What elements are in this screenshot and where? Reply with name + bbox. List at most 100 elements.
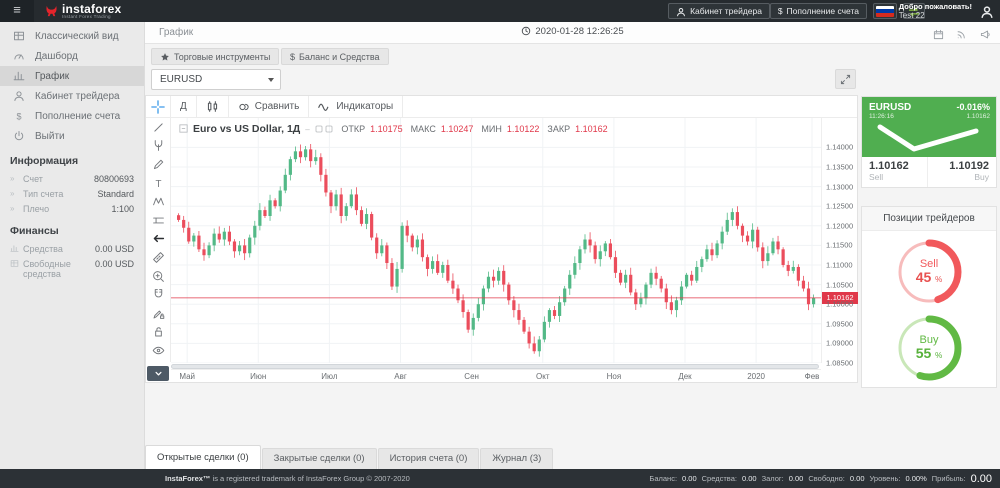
buy-quote-button[interactable]: 1.10192 Buy: [928, 157, 996, 187]
text-tool-icon[interactable]: T: [146, 174, 170, 193]
time-axis[interactable]: МайИюнИюлАвгСенОктНояДек2020Фев: [171, 369, 821, 383]
symbol-row: EURUSD: [145, 68, 1000, 94]
megaphone-icon[interactable]: [980, 26, 991, 44]
language-flag-button[interactable]: [873, 3, 897, 19]
tab-закрытые-сделки-0-[interactable]: Закрытые сделки (0): [262, 448, 377, 469]
stat-label: Баланс:: [649, 474, 677, 483]
calendar-icon[interactable]: [933, 26, 944, 44]
trend-line-tool-icon[interactable]: [146, 118, 170, 137]
time-tick-label: Окт: [536, 372, 549, 381]
tab-история-счета-0-[interactable]: История счета (0): [378, 448, 480, 469]
collapse-legend-icon[interactable]: [179, 124, 188, 135]
row-label: Свободные средства: [23, 259, 95, 279]
fullscreen-expand-button[interactable]: [835, 69, 856, 89]
buy-label: Buy: [928, 172, 996, 182]
price-tick-label: 1.12500: [826, 202, 853, 211]
server-datetime: 2020-01-28 12:26:25: [145, 26, 1000, 37]
hamburger-menu-icon[interactable]: ≡: [0, 0, 34, 22]
row-value: 0.00 USD: [95, 259, 134, 269]
row-label: Счет: [23, 174, 94, 184]
deposit-button[interactable]: $Пополнение счета: [770, 3, 867, 19]
brush-tool-icon[interactable]: [146, 155, 170, 174]
fork-tool-icon[interactable]: [146, 137, 170, 156]
time-tick-label: Май: [179, 372, 195, 381]
magnet-tool-icon[interactable]: [146, 285, 170, 304]
sidebar-item-dollar[interactable]: $Пополнение счета: [0, 106, 144, 126]
welcome-block: Добро пожаловать! Test 22: [899, 2, 972, 20]
low-value: 1.10122: [507, 124, 540, 134]
chart-plot-area[interactable]: [171, 118, 821, 363]
sidebar-item-label: Дашборд: [35, 51, 78, 62]
stat-label: Уровень:: [870, 474, 901, 483]
tab-журнал-3-[interactable]: Журнал (3): [480, 448, 553, 469]
legend-settings-icon[interactable]: [315, 124, 334, 135]
stat-value: 0.00: [971, 473, 992, 485]
user-avatar-icon[interactable]: [980, 3, 994, 21]
lock-tool-icon[interactable]: [146, 323, 170, 342]
trader-positions-card: Позиции трейдеров Sell45 %Buy55 %: [862, 207, 996, 387]
draw-lock-tool-icon[interactable]: [146, 304, 170, 323]
row-value: 0.00 USD: [95, 244, 134, 254]
quote-price: 1.10162: [967, 113, 991, 120]
price-tick-label: 1.13500: [826, 163, 853, 172]
sidebar-item-power[interactable]: Выйти: [0, 126, 144, 146]
power-icon: [12, 130, 26, 142]
crosshair-tool-button[interactable]: [146, 96, 171, 117]
info-rows: »Счет80800693»Тип счетаStandard»Плечо1:1…: [10, 171, 134, 216]
time-tick-label: Июн: [250, 372, 266, 381]
instaforex-logo[interactable]: instaforex Instant Forex Trading: [44, 2, 121, 20]
trading-instruments-button[interactable]: Торговые инструменты: [151, 48, 279, 65]
eye-tool-icon[interactable]: [146, 341, 170, 360]
quote-sparkline: [870, 123, 988, 155]
page-bar: График 2020-01-28 12:26:25: [145, 22, 1000, 44]
time-tick-label: 2020: [747, 372, 765, 381]
stat-label: Залог:: [762, 474, 784, 483]
candlestick-chart[interactable]: [171, 118, 821, 363]
logo-bull-icon: [44, 2, 59, 20]
sidebar-item-gauge[interactable]: Дашборд: [0, 46, 144, 66]
gauge-percent: 45 %: [916, 271, 943, 286]
price-tick-label: 1.13000: [826, 182, 853, 191]
pattern-tool-icon[interactable]: [146, 192, 170, 211]
footer-copyright: InstaForex™ is a registered trademark of…: [165, 474, 410, 483]
quote-change: -0.016%: [956, 102, 990, 112]
sidebar-item-grid[interactable]: Классический вид: [0, 26, 144, 46]
candle-style-button[interactable]: [197, 96, 229, 117]
double-chevron-icon: »: [10, 189, 23, 198]
symbol-select[interactable]: EURUSD: [151, 69, 281, 90]
zoom-in-tool-icon[interactable]: [146, 267, 170, 286]
balance-funds-button[interactable]: $Баланс и Средства: [281, 48, 389, 65]
logo-text: instaforex: [62, 4, 121, 14]
ruler-tool-icon[interactable]: [146, 248, 170, 267]
price-tick-label: 1.09500: [826, 319, 853, 328]
high-value: 1.10247: [441, 124, 474, 134]
chart-legend: Euro vs US Dollar, 1Д – ОТКР 1.10175 МАК…: [179, 123, 608, 135]
arrow-left-tool-icon[interactable]: [146, 230, 170, 249]
sell-price: 1.10162: [862, 157, 927, 172]
sidebar-item-label: Выйти: [35, 131, 65, 142]
sidebar-item-bars[interactable]: График: [0, 66, 144, 86]
positions-title: Позиции трейдеров: [862, 207, 996, 231]
trader-cabinet-button[interactable]: Кабинет трейдера: [668, 3, 770, 19]
russian-flag-icon: [876, 6, 894, 17]
price-axis[interactable]: 1.10162 1.140001.135001.130001.125001.12…: [821, 118, 857, 363]
quote-card[interactable]: EURUSD 11:26:16 -0.016% 1.10162 1.10162 …: [862, 97, 996, 187]
compare-icon: [238, 101, 250, 113]
sidebar-data-row: Свободные средства0.00 USD: [10, 256, 134, 281]
row-value: 80800693: [94, 174, 134, 184]
sidebar-item-label: Пополнение счета: [35, 111, 120, 122]
open-value: 1.10175: [370, 124, 403, 134]
close-value: 1.10162: [575, 124, 608, 134]
time-tick-label: Авг: [394, 372, 407, 381]
sell-quote-button[interactable]: 1.10162 Sell: [862, 157, 928, 187]
chart-card: Д Сравнить Индикаторы T Euro vs US Dolla…: [145, 95, 858, 383]
compare-button[interactable]: Сравнить: [229, 96, 310, 117]
tab-открытые-сделки-0-[interactable]: Открытые сделки (0): [145, 445, 261, 469]
interval-button[interactable]: Д: [171, 96, 197, 117]
position-tool-icon[interactable]: [146, 211, 170, 230]
legend-title: Euro vs US Dollar, 1Д: [193, 123, 300, 135]
rss-icon[interactable]: [956, 26, 967, 44]
indicators-button[interactable]: Индикаторы: [309, 96, 403, 117]
stat-value: 0.00%: [905, 474, 926, 483]
sidebar-item-person[interactable]: Кабинет трейдера: [0, 86, 144, 106]
